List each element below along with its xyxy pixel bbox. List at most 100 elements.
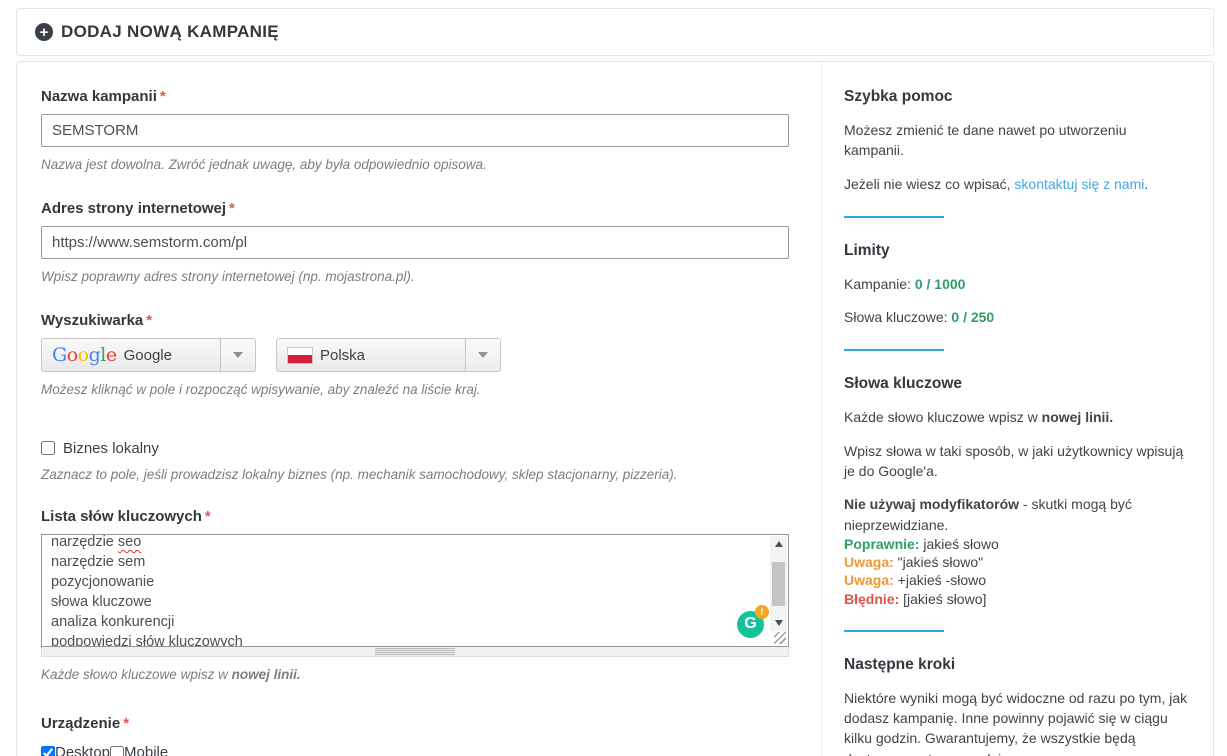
section-divider	[844, 349, 944, 351]
example-text: [jakieś słowo]	[899, 591, 986, 607]
search-engine-selects: Google Google Polska	[41, 338, 789, 372]
keyword-line: pozycjonowanie	[51, 572, 762, 592]
keywords-help-p3-bold: Nie używaj modyfikatorów	[844, 496, 1019, 512]
country-select[interactable]: Polska	[276, 338, 501, 372]
engine-select[interactable]: Google Google	[41, 338, 256, 372]
website-label-text: Adres strony internetowej	[41, 200, 226, 217]
campaigns-limit-value: 0 / 1000	[915, 276, 966, 292]
textarea-resize-handle[interactable]	[774, 632, 786, 644]
device-desktop-label[interactable]: Desktop	[55, 744, 110, 756]
contact-us-link[interactable]: skontaktuj się z nami	[1014, 176, 1144, 192]
campaign-name-label: Nazwa kampanii*	[41, 88, 789, 105]
help-sidebar: Szybka pomoc Możesz zmienić te dane nawe…	[821, 62, 1213, 756]
field-local-business: Biznes lokalny Zaznacz to pole, jeśli pr…	[41, 440, 789, 484]
misspelled-word: seo	[118, 534, 141, 550]
keywords-limit-value: 0 / 250	[951, 309, 994, 325]
section-divider	[844, 630, 944, 632]
logo-letter: G	[52, 344, 67, 366]
keywords-help-p3: Nie używaj modyfikatorów - skutki mogą b…	[844, 494, 1189, 535]
textarea-scrollbar[interactable]	[770, 536, 787, 631]
country-select-value: Polska	[277, 347, 465, 364]
country-select-arrow-button[interactable]	[465, 339, 500, 371]
campaign-name-help: Nazwa jest dowolna. Zwróć jednak uwagę, …	[41, 156, 789, 174]
keywords-help-title: Słowa kluczowe	[844, 375, 1189, 393]
campaign-name-input[interactable]	[41, 114, 789, 147]
example-text: "jakieś słowo"	[894, 554, 983, 570]
keywords-help-p2: Wpisz słowa w taki sposób, w jaki użytko…	[844, 441, 1189, 482]
example-warning-1: Uwaga: "jakieś słowo"	[844, 553, 1189, 571]
local-business-help: Zaznacz to pole, jeśli prowadzisz lokaln…	[41, 466, 789, 484]
logo-letter: o	[78, 344, 89, 366]
scrollbar-thumb[interactable]	[772, 562, 785, 606]
campaigns-limit-label: Kampanie:	[844, 276, 915, 292]
local-business-label[interactable]: Biznes lokalny	[63, 440, 159, 457]
example-label: Uwaga:	[844, 572, 894, 588]
device-desktop-checkbox[interactable]	[41, 746, 55, 756]
device-label-text: Urządzenie	[41, 715, 120, 732]
device-mobile-label[interactable]: Mobile	[124, 744, 168, 756]
example-warning-2: Uwaga: +jakieś -słowo	[844, 571, 1189, 589]
required-asterisk: *	[205, 508, 211, 525]
engine-select-value: Google Google	[42, 346, 220, 365]
quick-help-p2: Jeżeli nie wiesz co wpisać, skontaktuj s…	[844, 174, 1189, 194]
triangle-up-icon	[775, 541, 783, 547]
logo-letter: g	[89, 344, 101, 366]
keyword-text: narzędzie	[51, 534, 118, 550]
keyword-line: podpowiedzi słów kluczowych	[51, 632, 762, 647]
keywords-textarea[interactable]: narzędzie seo narzędzie sem pozycjonowan…	[41, 534, 789, 647]
search-engine-help: Możesz kliknąć w pole i rozpocząć wpisyw…	[41, 381, 789, 399]
next-steps-p1: Niektóre wyniki mogą być widoczne od raz…	[844, 688, 1189, 756]
example-label: Uwaga:	[844, 554, 894, 570]
page-header: + DODAJ NOWĄ KAMPANIĘ	[16, 8, 1214, 56]
campaign-name-label-text: Nazwa kampanii	[41, 88, 157, 105]
search-engine-label: Wyszukiwarka*	[41, 312, 789, 329]
local-business-row: Biznes lokalny	[41, 440, 789, 457]
field-keywords: Lista słów kluczowych* narzędzie seo nar…	[41, 508, 789, 684]
device-mobile-checkbox[interactable]	[110, 746, 124, 756]
local-business-checkbox[interactable]	[41, 441, 55, 455]
scroll-up-button[interactable]	[770, 536, 787, 552]
keyword-line: narzędzie sem	[51, 552, 762, 572]
logo-letter: e	[106, 344, 117, 366]
keywords-label-text: Lista słów kluczowych	[41, 508, 202, 525]
search-engine-label-text: Wyszukiwarka	[41, 312, 143, 329]
chevron-down-icon	[233, 352, 243, 358]
chevron-down-icon	[478, 352, 488, 358]
engine-selected-text: Google	[124, 347, 172, 364]
campaign-form-card: Nazwa kampanii* Nazwa jest dowolna. Zwró…	[16, 61, 1214, 756]
quick-help-p1: Możesz zmienić te dane nawet po utworzen…	[844, 120, 1189, 161]
limits-section: Limity Kampanie: 0 / 1000 Słowa kluczowe…	[844, 242, 1189, 328]
website-label: Adres strony internetowej*	[41, 200, 789, 217]
quick-help-title: Szybka pomoc	[844, 88, 1189, 106]
website-help: Wpisz poprawny adres strony internetowej…	[41, 268, 789, 286]
field-website: Adres strony internetowej* Wpisz poprawn…	[41, 200, 789, 286]
website-input[interactable]	[41, 226, 789, 259]
scrollbar-track[interactable]	[770, 552, 787, 615]
device-options: Desktop Mobile	[41, 744, 789, 756]
campaigns-limit: Kampanie: 0 / 1000	[844, 274, 1189, 294]
plus-circle-icon: +	[35, 23, 53, 41]
keywords-help-text: Każde słowo kluczowe wpisz w	[41, 667, 232, 682]
poland-flag-icon	[287, 347, 313, 364]
example-correct: Poprawnie: jakieś słowo	[844, 535, 1189, 553]
example-text: jakieś słowo	[919, 536, 998, 552]
grammarly-icon[interactable]: G !	[737, 611, 764, 638]
keywords-label: Lista słów kluczowych*	[41, 508, 789, 525]
quick-help-p2-suffix: .	[1144, 176, 1148, 192]
page: + DODAJ NOWĄ KAMPANIĘ Nazwa kampanii* Na…	[16, 8, 1214, 756]
textarea-drag-grippie[interactable]	[41, 647, 789, 657]
next-steps-title: Następne kroki	[844, 656, 1189, 674]
engine-select-arrow-button[interactable]	[220, 339, 255, 371]
example-wrong: Błędnie: [jakieś słowo]	[844, 590, 1189, 608]
keywords-help-p1: Każde słowo kluczowe wpisz w nowej linii…	[844, 407, 1189, 427]
section-divider	[844, 216, 944, 218]
required-asterisk: *	[123, 715, 129, 732]
quick-help-section: Szybka pomoc Możesz zmienić te dane nawe…	[844, 88, 1189, 194]
google-logo-icon: Google	[52, 346, 117, 365]
required-asterisk: *	[229, 200, 235, 217]
device-label: Urządzenie*	[41, 715, 789, 732]
scroll-down-button[interactable]	[770, 615, 787, 631]
keywords-help-p1-bold: nowej linii.	[1042, 409, 1114, 425]
example-label: Błędnie:	[844, 591, 899, 607]
keywords-help-p1-text: Każde słowo kluczowe wpisz w	[844, 409, 1042, 425]
